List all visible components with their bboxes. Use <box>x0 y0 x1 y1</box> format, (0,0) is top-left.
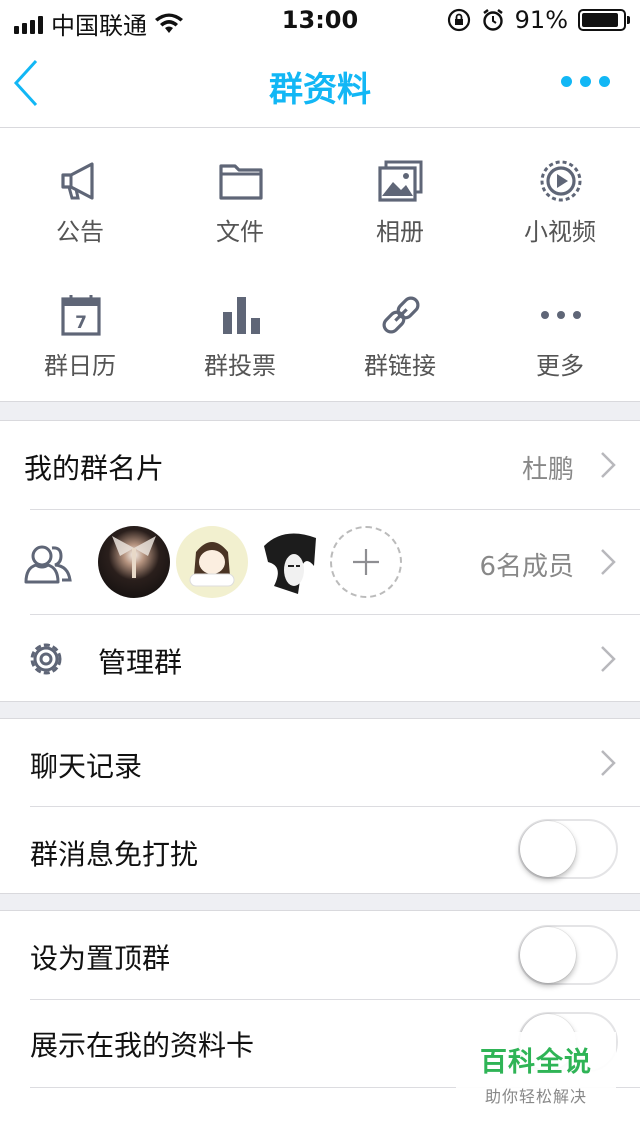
sketch-face-image <box>264 533 316 594</box>
chat-history-row[interactable]: 聊天记录 <box>0 719 640 806</box>
watermark-title: 百科全说 <box>480 1047 592 1078</box>
show-on-card-label: 展示在我的资料卡 <box>30 1029 255 1062</box>
grid-item-more[interactable]: 更多 <box>480 262 640 382</box>
grid-label: 文件 <box>216 218 264 246</box>
pin-top-label: 设为置顶群 <box>30 942 171 975</box>
pin-top-row: 设为置顶群 <box>0 911 640 999</box>
grid-item-calendar[interactable]: 7 群日历 <box>0 262 160 382</box>
album-icon <box>378 160 423 202</box>
grid-label: 群日历 <box>44 352 116 380</box>
toggle-knob <box>520 927 576 983</box>
nav-bar: 群资料 <box>0 40 640 128</box>
grid-label: 相册 <box>376 218 424 246</box>
mute-row: 群消息免打扰 <box>0 807 640 895</box>
feature-grid: 公告 文件 相册 小视频 7 群日历 群投票 群链接 更多 <box>0 128 640 402</box>
status-right: 91% <box>447 6 630 34</box>
battery-icon <box>578 9 630 31</box>
more-dot-icon <box>561 76 572 87</box>
chat-history-label: 聊天记录 <box>30 750 143 783</box>
watermark-subtitle: 助你轻松解决 <box>484 1087 587 1106</box>
grid-item-album[interactable]: 相册 <box>320 128 480 248</box>
mute-toggle[interactable] <box>518 819 618 879</box>
rotation-lock-icon <box>447 8 470 32</box>
calendar-icon: 7 <box>61 295 101 336</box>
avatar[interactable] <box>98 526 170 598</box>
my-group-card-row[interactable]: 我的群名片 杜鹏 <box>0 421 640 509</box>
chevron-right-icon <box>601 750 616 776</box>
chevron-right-icon <box>601 549 616 575</box>
member-count: 6名成员 <box>479 552 574 582</box>
chevron-right-icon <box>601 452 616 478</box>
more-options-button[interactable] <box>561 76 610 87</box>
status-bar: 中国联通 13:00 91% <box>0 0 640 40</box>
grid-item-announcement[interactable]: 公告 <box>0 128 160 248</box>
toggle-knob <box>520 821 576 877</box>
megaphone-icon <box>61 162 94 200</box>
vote-icon <box>223 297 260 334</box>
more-dot-icon <box>599 76 610 87</box>
members-row[interactable]: 6名成员 <box>0 510 640 614</box>
manage-group-label: 管理群 <box>98 646 183 679</box>
battery-percent: 91% <box>514 6 568 34</box>
group-info-section: 我的群名片 杜鹏 6名成员 管理群 <box>0 420 640 702</box>
video-icon <box>540 160 582 202</box>
page-title: 群资料 <box>269 70 371 110</box>
link-icon <box>382 296 420 334</box>
grid-label: 公告 <box>56 218 104 246</box>
avatar[interactable] <box>254 526 326 598</box>
plus-icon <box>353 549 379 575</box>
grid-label: 更多 <box>536 352 584 380</box>
more-icon <box>541 311 581 319</box>
gear-icon <box>30 643 62 675</box>
folder-icon <box>219 164 263 200</box>
my-group-card-label: 我的群名片 <box>24 452 165 485</box>
more-dot-icon <box>580 76 591 87</box>
grid-item-files[interactable]: 文件 <box>160 128 320 248</box>
chevron-right-icon <box>601 646 616 672</box>
pin-top-toggle[interactable] <box>518 925 618 985</box>
add-member-button[interactable] <box>330 526 402 598</box>
grid-item-vote[interactable]: 群投票 <box>160 262 320 382</box>
angel-image <box>112 536 156 578</box>
grid-item-short-video[interactable]: 小视频 <box>480 128 640 248</box>
grid-label: 群投票 <box>204 352 276 380</box>
anime-girl-image <box>189 542 235 587</box>
grid-label: 小视频 <box>524 218 596 246</box>
chat-settings-section: 聊天记录 群消息免打扰 <box>0 718 640 894</box>
mute-label: 群消息免打扰 <box>30 838 199 871</box>
grid-item-link[interactable]: 群链接 <box>320 262 480 382</box>
alarm-icon <box>482 9 503 31</box>
watermark-logo: 百科全说 助你轻松解决 <box>456 1032 616 1112</box>
battery-fill <box>582 13 619 27</box>
calendar-day: 7 <box>75 313 87 333</box>
my-group-card-value: 杜鹏 <box>521 455 574 485</box>
avatar[interactable] <box>176 526 248 598</box>
grid-label: 群链接 <box>364 352 436 380</box>
manage-group-row[interactable]: 管理群 <box>0 615 640 703</box>
members-icon <box>24 545 72 584</box>
